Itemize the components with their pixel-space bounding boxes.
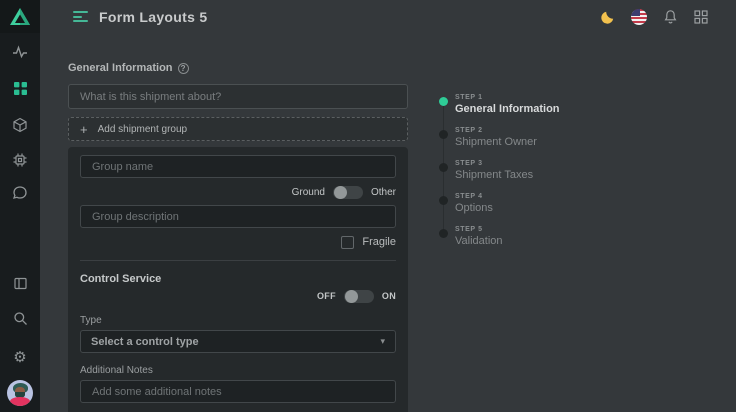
step-caption: STEP 1 (455, 94, 560, 101)
off-on-toggle-row: OFF ON (80, 289, 396, 303)
ground-label: Ground (292, 187, 325, 198)
app-logo[interactable] (0, 0, 40, 33)
control-service-heading: Control Service (80, 273, 396, 285)
step-4-options[interactable]: STEP 4 Options (437, 193, 560, 226)
chevron-down-icon: ▾ (380, 336, 385, 347)
header-actions (599, 8, 736, 26)
moon-icon (600, 9, 616, 25)
package-icon (12, 117, 28, 133)
sidebar-item-layouts[interactable] (0, 80, 40, 96)
toggle-knob (334, 186, 347, 199)
avatar-shirt (10, 397, 30, 406)
sidebar: ⚙ (0, 0, 40, 412)
other-label: Other (371, 187, 396, 198)
step-5-validation[interactable]: STEP 5 Validation (437, 226, 560, 259)
off-on-toggle[interactable] (344, 290, 374, 303)
on-label: ON (382, 291, 396, 301)
toggle-knob (345, 290, 358, 303)
card-divider (80, 260, 396, 261)
sidebar-item-package[interactable] (0, 117, 40, 133)
add-shipment-group-button[interactable]: + Add shipment group (68, 117, 408, 141)
group-description-input[interactable] (80, 205, 396, 228)
logo-triangle-icon (9, 7, 31, 26)
us-flag-icon (631, 9, 647, 25)
language-selector[interactable] (630, 8, 648, 26)
chat-icon (12, 185, 28, 201)
section-heading: General Information ? (68, 62, 408, 74)
step-title: Validation (455, 235, 560, 247)
gear-icon: ⚙ (13, 350, 26, 365)
grid-menu-icon (694, 10, 708, 24)
fragile-checkbox-row[interactable]: Fragile (80, 235, 396, 249)
off-label: OFF (317, 291, 336, 301)
shipment-group-card: Ground Other Fragile Control Service OFF… (68, 147, 408, 412)
bell-icon (663, 9, 678, 25)
step-title: Shipment Owner (455, 136, 560, 148)
step-dot (439, 163, 448, 172)
add-shipment-group-label: Add shipment group (98, 124, 188, 135)
step-3-shipment-taxes[interactable]: STEP 3 Shipment Taxes (437, 160, 560, 193)
group-name-input[interactable] (80, 155, 396, 178)
help-icon[interactable]: ? (178, 63, 189, 74)
sidebar-settings[interactable]: ⚙ (0, 349, 40, 365)
section-heading-label: General Information (68, 62, 173, 74)
plus-icon: + (80, 123, 88, 136)
step-caption: STEP 5 (455, 226, 560, 233)
page-title: Form Layouts 5 (99, 9, 207, 25)
sidebar-toggle-panel[interactable] (0, 275, 40, 291)
menu-icon[interactable] (73, 11, 88, 22)
wizard-stepper: STEP 1 General Information STEP 2 Shipme… (437, 94, 560, 259)
form-column: General Information ? + Add shipment gro… (68, 62, 408, 412)
additional-notes-label: Additional Notes (80, 365, 396, 376)
control-type-select[interactable]: Select a control type ▾ (80, 330, 396, 353)
sidebar-search[interactable] (0, 310, 40, 326)
ground-other-toggle[interactable] (333, 186, 363, 199)
step-caption: STEP 4 (455, 193, 560, 200)
control-type-value: Select a control type (91, 336, 199, 348)
step-dot (439, 97, 448, 106)
step-1-general-information[interactable]: STEP 1 General Information (437, 94, 560, 127)
step-dot (439, 130, 448, 139)
step-caption: STEP 3 (455, 160, 560, 167)
step-dot (439, 196, 448, 205)
shipment-about-input[interactable] (68, 84, 408, 109)
fragile-checkbox[interactable] (341, 236, 354, 249)
sidebar-item-activity[interactable] (0, 44, 40, 60)
sidebar-panel-icon (13, 276, 28, 291)
apps-menu-button[interactable] (692, 8, 710, 26)
step-title: General Information (455, 103, 560, 115)
cpu-icon (12, 152, 28, 168)
notifications-button[interactable] (661, 8, 679, 26)
additional-notes-input[interactable] (80, 380, 396, 403)
sidebar-item-cpu[interactable] (0, 152, 40, 168)
step-2-shipment-owner[interactable]: STEP 2 Shipment Owner (437, 127, 560, 160)
step-title: Shipment Taxes (455, 169, 560, 181)
user-avatar[interactable] (7, 380, 33, 406)
theme-toggle[interactable] (599, 8, 617, 26)
layout-grid-icon (13, 81, 28, 96)
app-root: ⚙ Form Layouts 5 (0, 0, 736, 412)
search-icon (13, 311, 28, 326)
step-caption: STEP 2 (455, 127, 560, 134)
sidebar-item-chat[interactable] (0, 185, 40, 201)
ground-other-toggle-row: Ground Other (80, 185, 396, 199)
step-title: Options (455, 202, 560, 214)
fragile-label: Fragile (362, 236, 396, 248)
type-label: Type (80, 315, 396, 326)
top-header: Form Layouts 5 (40, 0, 736, 33)
step-dot (439, 229, 448, 238)
activity-icon (12, 44, 28, 60)
